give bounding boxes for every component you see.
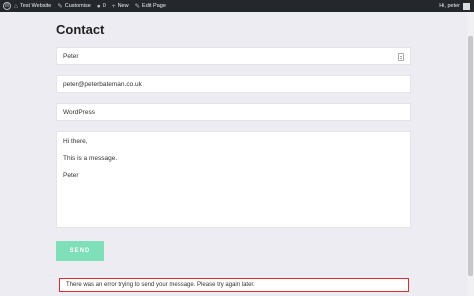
scrollbar-thumb[interactable] [468, 36, 473, 276]
customise-link[interactable]: ✎ Customise [54, 0, 93, 12]
key-icon[interactable] [398, 53, 404, 61]
new-link[interactable]: + New [109, 0, 132, 12]
plus-icon: + [111, 2, 116, 10]
new-label: New [117, 3, 129, 9]
error-message: There was an error trying to send your m… [59, 278, 409, 292]
comments-count: 0 [102, 3, 106, 9]
send-button[interactable]: SEND [56, 241, 104, 261]
name-value: Peter [63, 52, 79, 60]
pencil-icon: ✎ [134, 3, 141, 10]
email-value: peter@peterbateman.co.uk [63, 80, 142, 88]
comment-icon: ● [96, 2, 101, 10]
message-textarea[interactable]: Hi there, This is a message. Peter [56, 131, 411, 228]
subject-field[interactable]: WordPress [56, 103, 411, 121]
page-title: Contact [56, 22, 105, 37]
email-field[interactable]: peter@peterbateman.co.uk [56, 75, 411, 93]
greeting-label: Hi, peter [439, 3, 460, 9]
wordpress-icon[interactable]: W [3, 2, 11, 10]
home-icon: ⌂ [14, 2, 18, 10]
message-line: Hi there, [63, 138, 88, 145]
brush-icon: ✎ [57, 3, 63, 10]
error-text: There was an error trying to send your m… [66, 282, 255, 288]
comments-link[interactable]: ● 0 [94, 0, 109, 12]
page-scrollbar[interactable] [467, 12, 474, 296]
admin-bar: W ⌂ Test Website ✎ Customise ● 0 + New ✎… [0, 0, 474, 12]
subject-value: WordPress [63, 108, 96, 116]
site-name-link[interactable]: ⌂ Test Website [11, 0, 54, 12]
user-menu[interactable]: Hi, peter [439, 2, 474, 10]
message-line: This is a message. [63, 155, 118, 162]
avatar [463, 2, 470, 10]
edit-page-label: Edit Page [142, 3, 166, 9]
site-name-label: Test Website [19, 3, 52, 9]
name-field[interactable]: Peter [56, 47, 411, 65]
customise-label: Customise [64, 3, 91, 9]
edit-page-link[interactable]: ✎ Edit Page [132, 0, 169, 12]
message-line: Peter [63, 172, 79, 179]
